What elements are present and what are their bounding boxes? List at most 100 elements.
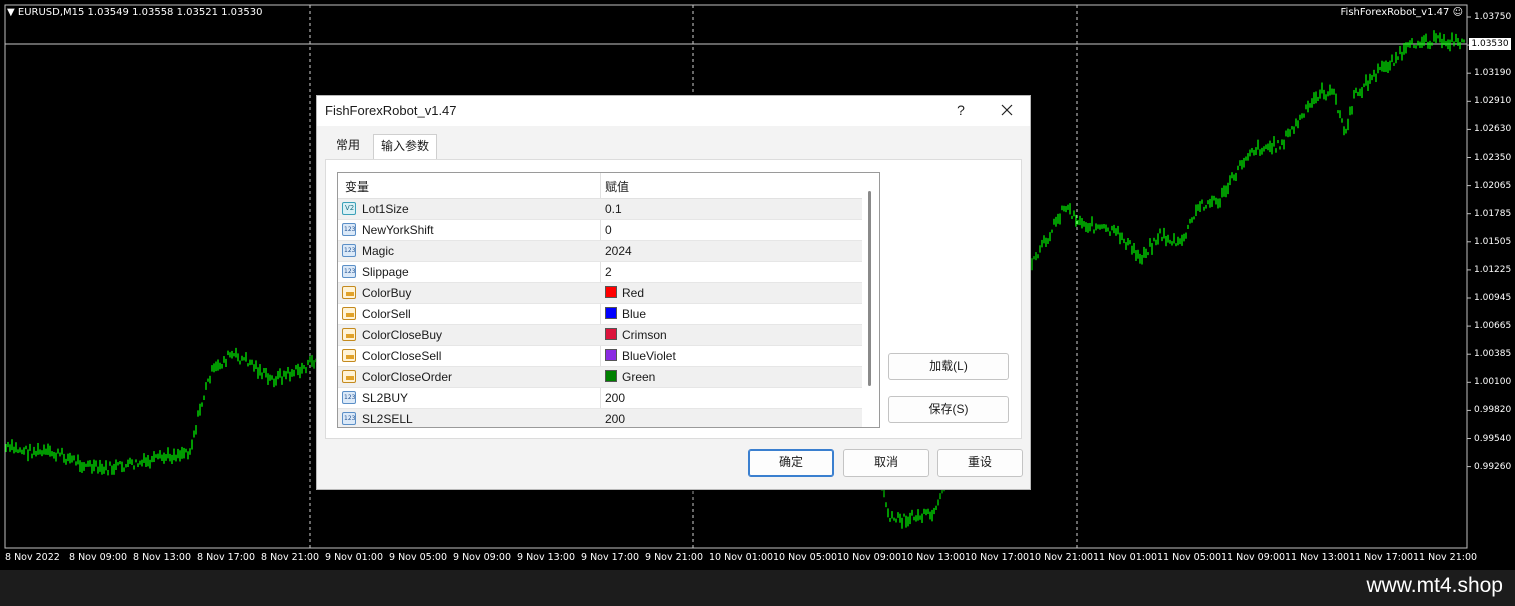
int-param-icon [342,244,356,257]
param-row[interactable]: Slippage 2 [338,262,862,283]
price-tick-label: 1.01785 [1474,208,1512,219]
time-tick-label: 8 Nov 13:00 [133,552,192,563]
param-row[interactable]: ColorBuy Red [338,283,862,304]
double-param-icon [342,202,356,215]
param-row[interactable]: SL2SELL 200 [338,409,862,427]
param-row[interactable]: Magic 2024 [338,241,862,262]
time-tick-label: 9 Nov 17:00 [581,552,640,563]
reset-button[interactable]: 重设 [937,449,1023,477]
time-tick-label: 9 Nov 09:00 [453,552,512,563]
value-column-header[interactable]: 赋值 [605,178,629,195]
param-value[interactable]: 0.1 [605,202,622,216]
price-tick-label: 1.00945 [1474,293,1512,303]
int-param-icon [342,391,356,404]
color-param-icon [342,349,356,362]
variable-column-header[interactable]: 变量 [345,178,369,195]
color-swatch [605,370,617,382]
price-tick-label: 1.01225 [1474,264,1512,275]
time-tick-label: 8 Nov 21:00 [261,552,320,563]
param-value[interactable]: Blue [622,307,646,321]
param-value[interactable]: Crimson [622,328,667,342]
param-row[interactable]: NewYorkShift 0 [338,220,862,241]
chart-menu-arrow-icon[interactable]: ▼ [7,7,18,18]
dialog-title: FishForexRobot_v1.47 [325,103,457,118]
time-tick-label: 11 Nov 13:00 [1285,552,1350,563]
tab-inputs[interactable]: 输入参数 [373,134,437,160]
param-name: ColorCloseSell [362,349,442,363]
current-price-tag: 1.03530 [1469,38,1511,50]
param-value[interactable]: Red [622,286,644,300]
time-tick-label: 10 Nov 01:00 [709,552,774,563]
param-name: ColorCloseOrder [362,370,453,384]
time-tick-label: 11 Nov 09:00 [1221,552,1286,563]
load-button[interactable]: 加载(L) [888,353,1009,380]
param-name: ColorSell [362,307,411,321]
int-param-icon [342,223,356,236]
param-name: Lot1Size [362,202,409,216]
param-name: ColorBuy [362,286,412,300]
color-swatch [605,307,617,319]
param-name: NewYorkShift [362,223,434,237]
color-swatch [605,328,617,340]
ea-name: FishForexRobot_v1.47 [1340,7,1450,18]
param-row[interactable]: Lot1Size 0.1 [338,199,862,220]
time-tick-label: 10 Nov 17:00 [965,552,1030,563]
price-tick-label: 1.02350 [1474,152,1512,163]
color-param-icon [342,286,356,299]
parameters-grid: 变量 赋值 Lot1Size 0.1 NewYorkShift 0 Magic 2024 S… [337,172,880,428]
close-button[interactable] [989,96,1025,124]
expert-advisor-label: FishForexRobot_v1.47 ☺ [1341,7,1463,18]
int-param-icon [342,412,356,425]
time-tick-label: 11 Nov 05:00 [1157,552,1222,563]
smiley-icon[interactable]: ☺ [1453,7,1463,18]
time-tick-label: 8 Nov 09:00 [69,552,128,563]
time-axis: 8 Nov 2022 8 Nov 09:00 8 Nov 13:00 8 Nov 17… [0,552,1477,566]
price-tick-label: 1.00665 [1474,321,1512,332]
param-value[interactable]: 2024 [605,244,632,258]
param-name: Slippage [362,265,409,279]
tab-common[interactable]: 常用 [325,134,371,158]
param-name: Magic [362,244,395,258]
symbol-info: ▼ EURUSD,M15 1.03549 1.03558 1.03521 1.0… [7,7,262,18]
price-tick-label: 0.99820 [1474,405,1512,416]
param-row[interactable]: ColorCloseSell BlueViolet [338,346,862,367]
time-tick-label: 10 Nov 05:00 [773,552,838,563]
save-button[interactable]: 保存(S) [888,396,1009,423]
param-row[interactable]: ColorCloseOrder Green [338,367,862,388]
grid-scrollbar[interactable] [862,173,878,427]
param-row[interactable]: ColorCloseBuy Crimson [338,325,862,346]
time-tick-label: 10 Nov 13:00 [901,552,966,563]
param-value[interactable]: Green [622,370,655,384]
watermark-bar: www.mt4.shop [0,570,1515,606]
ok-button[interactable]: 确定 [748,449,834,477]
param-row[interactable]: SL2BUY 200 [338,388,862,409]
close-icon [1001,104,1013,116]
scrollbar-thumb[interactable] [868,191,871,386]
color-swatch [605,286,617,298]
param-name: SL2SELL [362,412,413,426]
dialog-titlebar[interactable]: FishForexRobot_v1.47 ? [317,96,1030,126]
color-param-icon [342,370,356,383]
help-button[interactable]: ? [943,96,979,124]
param-value[interactable]: 200 [605,412,625,426]
time-tick-label: 9 Nov 21:00 [645,552,704,563]
symbol-info-text: EURUSD,M15 1.03549 1.03558 1.03521 1.035… [17,7,263,18]
time-tick-label: 8 Nov 17:00 [197,552,256,563]
time-tick-label: 11 Nov 01:00 [1093,552,1158,563]
price-tick-label: 1.03190 [1474,68,1512,79]
param-value[interactable]: 0 [605,223,612,237]
time-tick-label: 9 Nov 01:00 [325,552,384,563]
price-tick-label: 1.02065 [1474,180,1512,191]
price-tick-label: 1.00385 [1474,349,1512,360]
price-tick-label: 1.01505 [1474,236,1512,247]
param-value[interactable]: 2 [605,265,612,279]
time-tick-label: 9 Nov 05:00 [389,552,448,563]
time-tick-label: 11 Nov 21:00 [1413,552,1478,563]
watermark-text: www.mt4.shop [1366,574,1503,597]
param-value[interactable]: 200 [605,391,625,405]
param-row[interactable]: ColorSell Blue [338,304,862,325]
cancel-button[interactable]: 取消 [843,449,929,477]
param-value[interactable]: BlueViolet [622,349,676,363]
ea-properties-dialog: FishForexRobot_v1.47 ? 常用 输入参数 变量 赋值 Lot… [316,95,1031,490]
param-name: ColorCloseBuy [362,328,443,342]
